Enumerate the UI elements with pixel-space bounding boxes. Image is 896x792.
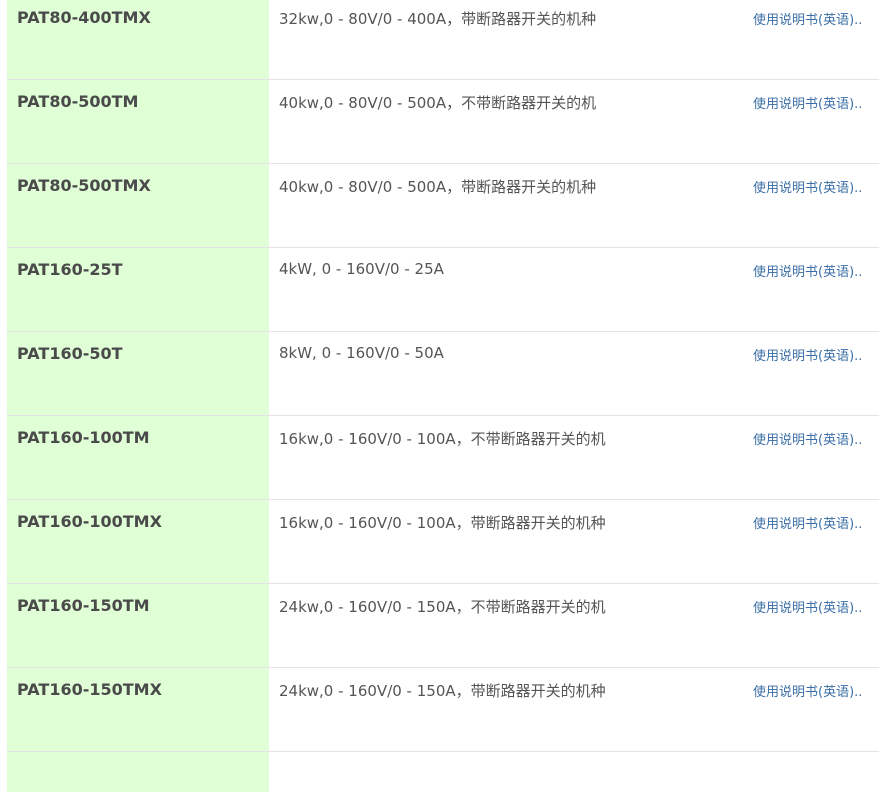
table-row: PAT80-500TMX 40kw,0 - 80V/0 - 500A，带断路器开… [7,164,879,248]
table-row: PAT160-150TMX 24kw,0 - 160V/0 - 150A，带断路… [7,668,879,752]
manual-link[interactable]: 使用说明书(英语).. [753,248,879,331]
model-description: 4kW, 0 - 160V/0 - 25A [279,260,444,278]
model-name: PAT160-25T [7,248,269,331]
product-table: PAT80-400TMX 32kw,0 - 80V/0 - 400A，带断路器开… [7,0,879,792]
model-name: PAT160-100TMX [7,500,269,583]
manual-link[interactable]: 使用说明书(英语).. [753,164,879,247]
model-name: PAT160-100TM [7,416,269,499]
table-row: PAT160-100TMX 16kw,0 - 160V/0 - 100A，带断路… [7,500,879,584]
manual-link[interactable]: 使用说明书(英语).. [753,80,879,163]
model-description: 8kW, 0 - 160V/0 - 50A [279,344,444,362]
model-name: PAT80-400TMX [7,0,269,79]
table-row-partial [7,752,879,792]
model-description: 24kw,0 - 160V/0 - 150A，不带断路器开关的机 [279,598,606,616]
model-description: 24kw,0 - 160V/0 - 150A，带断路器开关的机种 [279,682,606,700]
manual-link[interactable]: 使用说明书(英语).. [753,500,879,583]
table-row: PAT80-400TMX 32kw,0 - 80V/0 - 400A，带断路器开… [7,0,879,80]
table-row: PAT160-25T 4kW, 0 - 160V/0 - 25A 使用说明书(英… [7,248,879,332]
table-row: PAT80-500TM 40kw,0 - 80V/0 - 500A，不带断路器开… [7,80,879,164]
manual-link[interactable]: 使用说明书(英语).. [753,332,879,415]
manual-link[interactable]: 使用说明书(英语).. [753,668,879,751]
model-name: PAT80-500TM [7,80,269,163]
model-description: 40kw,0 - 80V/0 - 500A，不带断路器开关的机 [279,94,597,112]
manual-link[interactable]: 使用说明书(英语).. [753,584,879,667]
table-row: PAT160-100TM 16kw,0 - 160V/0 - 100A，不带断路… [7,416,879,500]
model-description: 40kw,0 - 80V/0 - 500A，带断路器开关的机种 [279,178,597,196]
model-name: PAT80-500TMX [7,164,269,247]
model-description: 32kw,0 - 80V/0 - 400A，带断路器开关的机种 [279,10,597,28]
model-description: 16kw,0 - 160V/0 - 100A，带断路器开关的机种 [279,514,606,532]
table-row: PAT160-150TM 24kw,0 - 160V/0 - 150A，不带断路… [7,584,879,668]
model-name: PAT160-50T [7,332,269,415]
model-description: 16kw,0 - 160V/0 - 100A，不带断路器开关的机 [279,430,606,448]
manual-link[interactable]: 使用说明书(英语).. [753,416,879,499]
manual-link[interactable]: 使用说明书(英语).. [753,0,879,79]
model-cell-empty [7,752,269,792]
model-name: PAT160-150TM [7,584,269,667]
table-row: PAT160-50T 8kW, 0 - 160V/0 - 50A 使用说明书(英… [7,332,879,416]
model-name: PAT160-150TMX [7,668,269,751]
